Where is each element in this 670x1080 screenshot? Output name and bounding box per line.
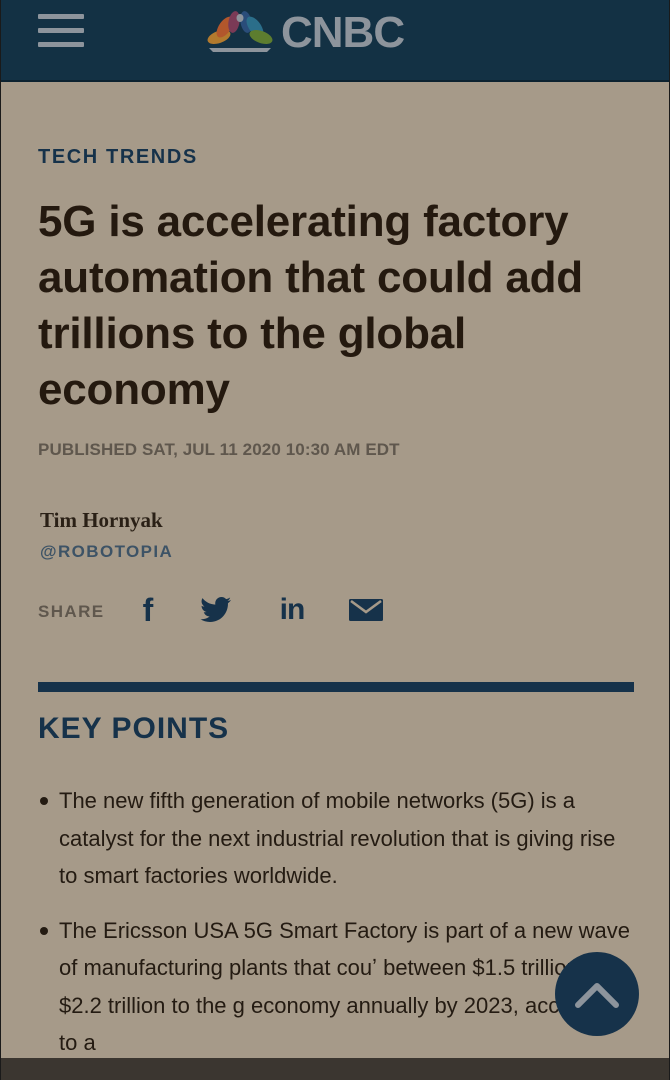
top-navigation-bar: CNBC — [1, 0, 669, 82]
author-handle[interactable]: @ROBOTOPIA — [40, 542, 173, 562]
chevron-up-icon — [575, 983, 619, 1008]
author-name[interactable]: Tim Hornyak — [40, 508, 163, 533]
cnbc-logo[interactable]: CNBC — [205, 8, 405, 58]
key-point-item: The new fifth generation of mobile netwo… — [38, 782, 634, 895]
hamburger-menu-icon[interactable] — [38, 14, 84, 48]
article-page: CNBC TECH TRENDS 5G is accelerating fact… — [0, 0, 670, 1080]
key-points-title: KEY POINTS — [38, 712, 230, 745]
linkedin-icon[interactable]: in — [274, 592, 310, 628]
article-headline: 5G is accelerating factory automation th… — [38, 197, 583, 414]
back-to-top-button[interactable] — [555, 952, 639, 1036]
email-icon[interactable] — [348, 592, 384, 628]
key-points-list: The new fifth generation of mobile netwo… — [38, 782, 634, 1079]
key-points-divider — [38, 682, 634, 692]
peacock-icon — [207, 11, 273, 52]
share-label: SHARE — [38, 602, 105, 621]
published-timestamp: PUBLISHED SAT, JUL 11 2020 10:30 AM EDT — [38, 440, 400, 459]
section-tag[interactable]: TECH TRENDS — [38, 146, 198, 169]
share-bar: SHARE f in — [38, 592, 438, 628]
twitter-icon[interactable] — [198, 592, 234, 628]
logo-wordmark: CNBC — [281, 8, 405, 57]
facebook-icon[interactable]: f — [136, 592, 160, 628]
bottom-edge-bar — [1, 1058, 669, 1080]
key-point-item: The Ericsson USA 5G Smart Factory is par… — [38, 912, 634, 1062]
